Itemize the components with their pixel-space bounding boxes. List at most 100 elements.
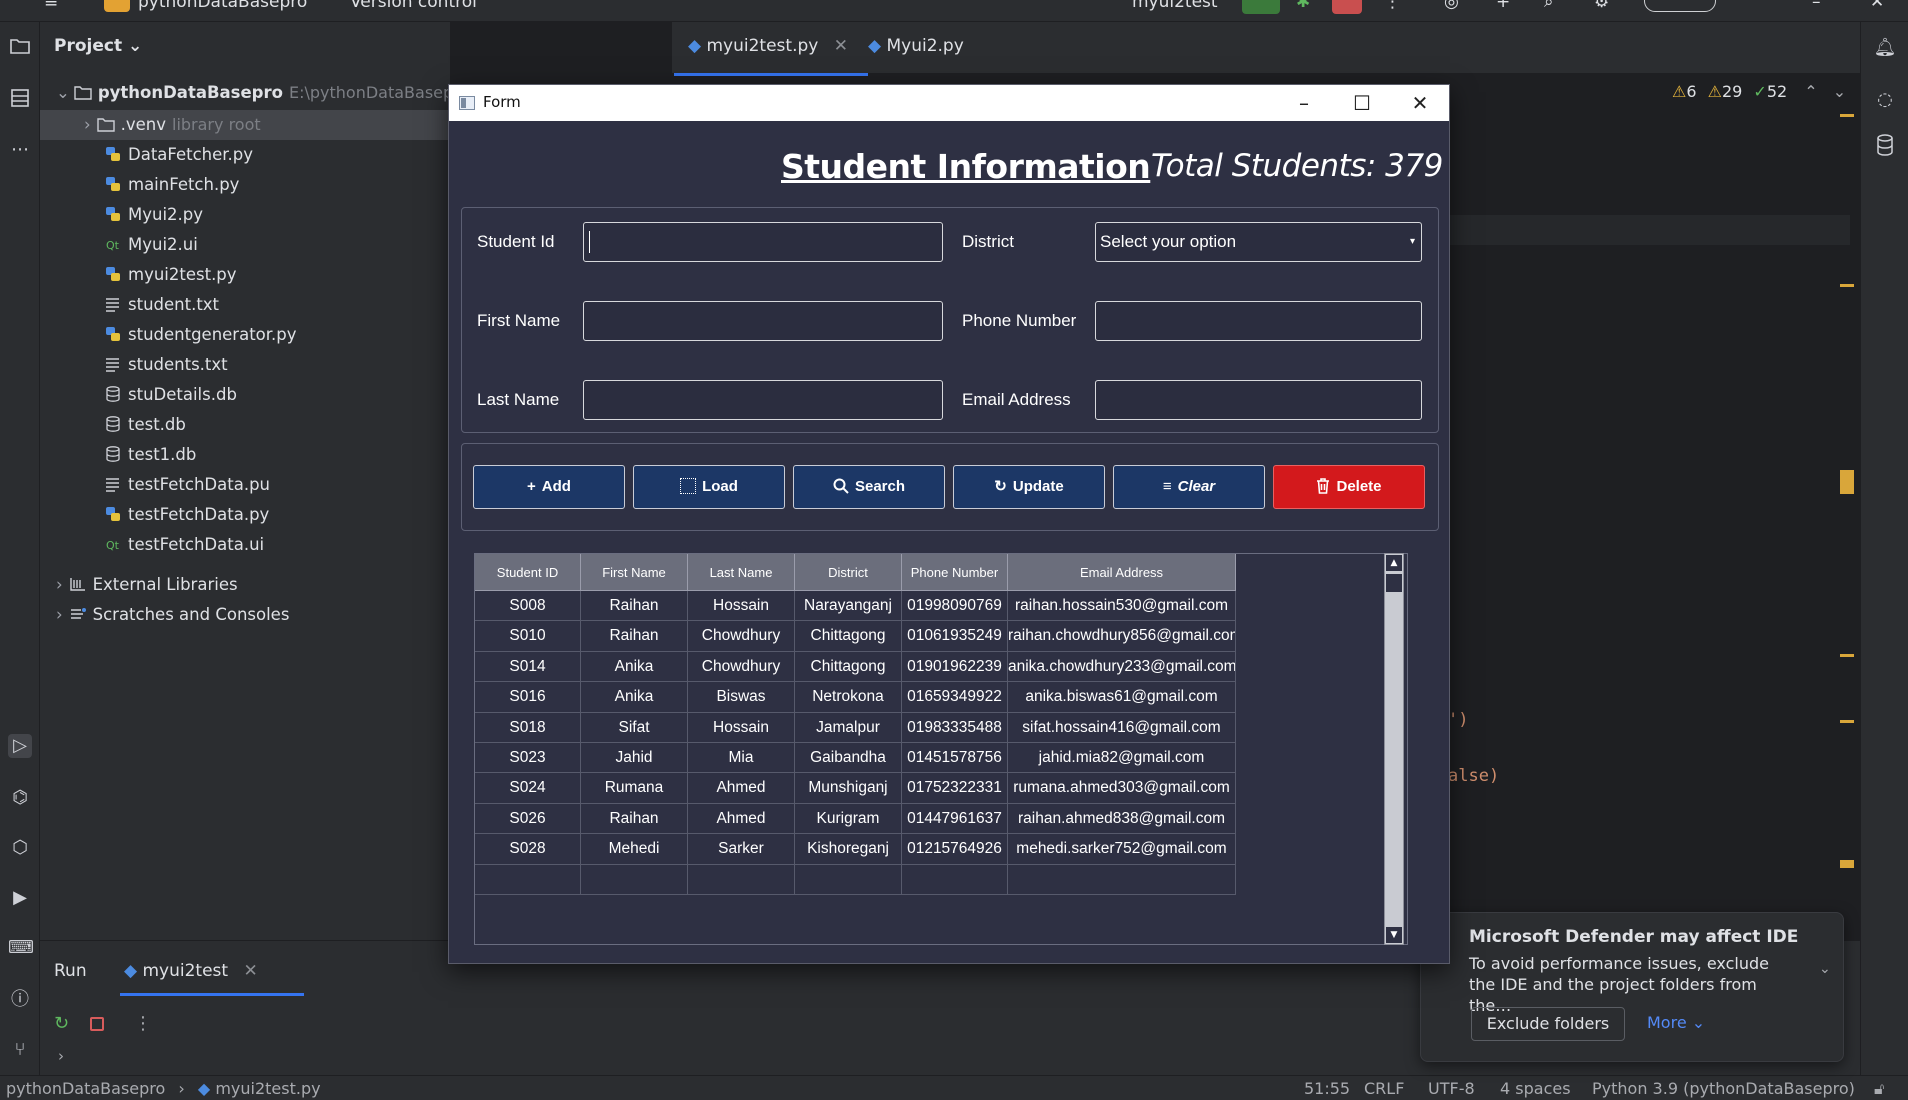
python-console-icon[interactable]: ⌬	[8, 786, 32, 810]
table-cell[interactable]: Sifat	[581, 712, 688, 743]
table-cell[interactable]: S024	[475, 773, 581, 804]
services-icon[interactable]: ▶	[8, 886, 32, 910]
table-cell[interactable]: Jahid	[581, 743, 688, 774]
tree-item[interactable]: students.txt	[104, 350, 228, 380]
table-cell[interactable]: Anika	[581, 682, 688, 713]
tree-item[interactable]: myui2test.py	[104, 260, 237, 290]
tree-item[interactable]: studentgenerator.py	[104, 320, 297, 350]
project-switcher[interactable]: pythonDataBasepro	[138, 0, 307, 12]
stop-button[interactable]	[1332, 0, 1362, 14]
table-cell[interactable]: S026	[475, 803, 581, 835]
tree-root[interactable]: ⌄ pythonDataBasepro E:\pythonDataBasep	[56, 78, 453, 108]
district-select[interactable]: Select your option ▾	[1095, 222, 1422, 262]
terminal-icon[interactable]: ⌨	[8, 936, 34, 960]
rerun-icon[interactable]: ↻	[54, 1013, 69, 1034]
table-cell[interactable]: S023	[475, 743, 581, 774]
form-maximize-button[interactable]: ☐	[1333, 85, 1391, 121]
table-cell[interactable]: Anika	[581, 651, 688, 683]
tree-external-libraries[interactable]: › External Libraries	[56, 570, 238, 600]
lock-icon[interactable]: 🔓︎	[1874, 1079, 1884, 1099]
table-cell[interactable]: Chowdhury	[688, 621, 795, 652]
caret-position[interactable]: 51:55	[1304, 1079, 1350, 1098]
error-stripe-marker[interactable]	[1840, 284, 1854, 287]
table-cell[interactable]: Kishoreganj	[795, 834, 902, 865]
table-cell[interactable]: Hossain	[688, 591, 795, 622]
run-config-selector[interactable]: myui2test	[1132, 0, 1218, 12]
table-header-cell[interactable]: Last Name	[688, 554, 795, 591]
stop-icon[interactable]	[90, 1017, 104, 1031]
clear-button[interactable]: ≡ Clear	[1113, 465, 1265, 509]
phone-number-input[interactable]	[1095, 301, 1422, 341]
table-header-cell[interactable]: District	[795, 554, 902, 591]
trial-pill[interactable]	[1644, 0, 1716, 12]
structure-icon[interactable]	[8, 88, 32, 112]
run-tab-close-icon[interactable]: ✕	[243, 961, 257, 981]
tree-item[interactable]: test1.db	[104, 440, 196, 470]
table-cell[interactable]: Raihan	[581, 591, 688, 622]
tree-item[interactable]: test.db	[104, 410, 186, 440]
student-id-input[interactable]	[583, 222, 943, 262]
table-cell[interactable]: Rumana	[581, 773, 688, 804]
run-more-icon[interactable]: ⋮	[134, 1013, 152, 1034]
minimize-icon[interactable]: –	[1812, 0, 1821, 12]
table-cell[interactable]: 01983335488	[902, 712, 1008, 743]
indent-setting[interactable]: 4 spaces	[1500, 1079, 1571, 1098]
tree-item[interactable]: Qt Myui2.ui	[104, 230, 198, 260]
error-stripe-marker[interactable]	[1840, 114, 1854, 117]
error-stripe-marker[interactable]	[1840, 470, 1854, 494]
tree-item[interactable]: student.txt	[104, 290, 219, 320]
prev-highlight-icon[interactable]: ⌃	[1804, 82, 1817, 101]
table-cell[interactable]: raihan.chowdhury856@gmail.com	[1008, 621, 1236, 652]
table-cell[interactable]: Raihan	[581, 803, 688, 835]
email-address-input[interactable]	[1095, 380, 1422, 420]
run-tool-icon[interactable]: ▷	[8, 734, 32, 758]
form-close-button[interactable]: ✕	[1391, 85, 1449, 121]
table-cell[interactable]: raihan.ahmed838@gmail.com	[1008, 803, 1236, 835]
table-cell[interactable]: anika.chowdhury233@gmail.com	[1008, 651, 1236, 683]
first-name-input[interactable]	[583, 301, 943, 341]
table-cell[interactable]: 01752322331	[902, 773, 1008, 804]
table-cell[interactable]: Ahmed	[688, 803, 795, 835]
rerun-button[interactable]	[1242, 0, 1280, 14]
interpreter-selector[interactable]: Python 3.9 (pythonDataBasepro)	[1592, 1079, 1855, 1098]
table-cell[interactable]: raihan.hossain530@gmail.com	[1008, 591, 1236, 622]
table-cell[interactable]: 01061935249	[902, 621, 1008, 652]
settings-gear-icon[interactable]: ⚙	[1594, 0, 1609, 12]
table-cell[interactable]: sifat.hossain416@gmail.com	[1008, 712, 1236, 743]
table-cell[interactable]: Chowdhury	[688, 651, 795, 683]
table-cell[interactable]: Hossain	[688, 712, 795, 743]
table-cell[interactable]: 01998090769	[902, 591, 1008, 622]
table-cell[interactable]: 01901962239	[902, 651, 1008, 683]
table-cell[interactable]: 01659349922	[902, 682, 1008, 713]
table-cell[interactable]: S010	[475, 621, 581, 652]
table-header-cell[interactable]: Email Address	[1008, 554, 1236, 591]
add-button[interactable]: + Add	[473, 465, 625, 509]
tree-item[interactable]: DataFetcher.py	[104, 140, 253, 170]
students-table[interactable]: Student ID First Name Last Name District Pho…	[474, 553, 1408, 945]
search-button[interactable]: Search	[793, 465, 945, 509]
main-menu-icon[interactable]: ≡	[44, 0, 58, 12]
table-cell[interactable]: S008	[475, 591, 581, 622]
table-vertical-scrollbar[interactable]: ▲ ▼	[1384, 553, 1404, 945]
form-title-bar[interactable]: Form – ☐ ✕	[449, 85, 1449, 121]
load-button[interactable]: Load	[633, 465, 785, 509]
table-cell[interactable]: Chittagong	[795, 651, 902, 683]
table-cell[interactable]: Gaibandha	[795, 743, 902, 774]
expand-chevron-icon[interactable]: ⌄	[1819, 961, 1831, 977]
update-button[interactable]: ↻ Update	[953, 465, 1105, 509]
breadcrumb-file[interactable]: myui2test.py	[215, 1079, 320, 1098]
vcs-widget[interactable]: Version control	[350, 0, 477, 12]
python-packages-icon[interactable]: ⬡	[8, 836, 32, 860]
debug-icon[interactable]: ✱	[1296, 0, 1310, 12]
tab-myui2test[interactable]: ◆ myui2test.py ✕	[674, 36, 868, 76]
notifications-icon[interactable]: 🔔︎	[1873, 36, 1897, 60]
table-cell[interactable]: Munshiganj	[795, 773, 902, 804]
table-cell[interactable]: S018	[475, 712, 581, 743]
exclude-folders-button[interactable]: Exclude folders	[1471, 1007, 1625, 1041]
table-cell[interactable]: Kurigram	[795, 803, 902, 835]
table-cell[interactable]: 01215764926	[902, 834, 1008, 865]
more-actions-icon[interactable]: ⋮	[1384, 0, 1401, 12]
table-cell[interactable]: mehedi.sarker752@gmail.com	[1008, 834, 1236, 865]
ai-chat-icon[interactable]: ◌	[1873, 88, 1897, 112]
git-icon[interactable]: ⑂	[8, 1038, 32, 1062]
